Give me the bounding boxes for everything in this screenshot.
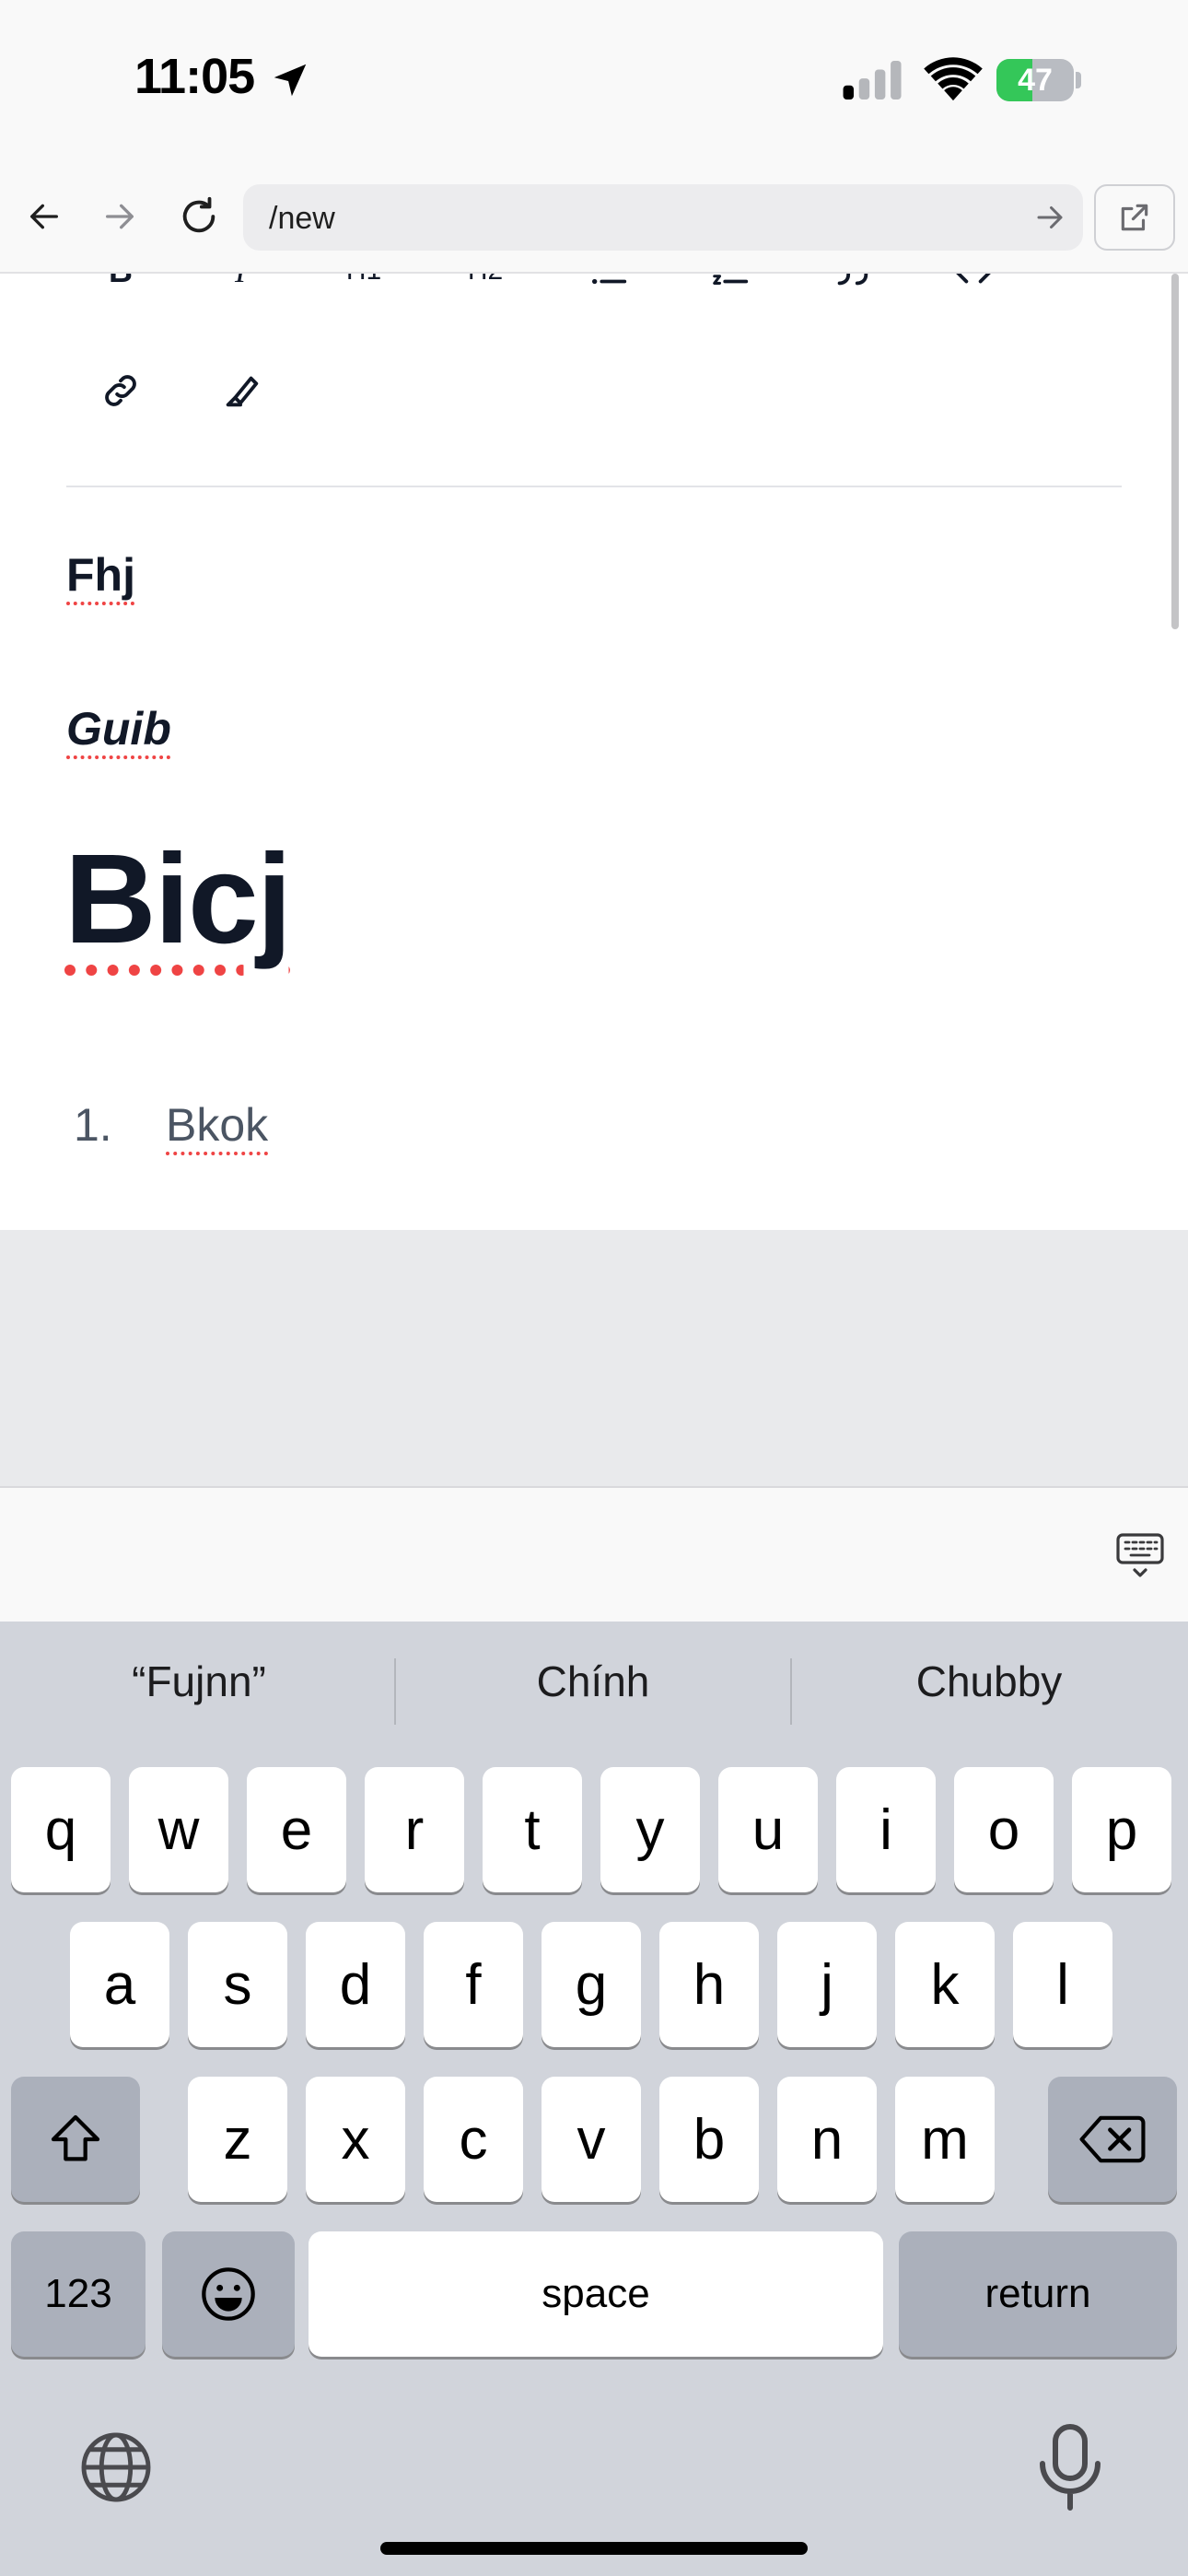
heading-3-block[interactable]: Fhj — [66, 548, 135, 602]
location-arrow-icon — [274, 64, 307, 97]
blockquote-button[interactable] — [820, 274, 884, 303]
microphone-icon[interactable] — [1033, 2423, 1107, 2512]
key-e[interactable]: e — [247, 1767, 346, 1892]
italic-button[interactable]: I — [208, 274, 273, 303]
open-external-button[interactable] — [1094, 184, 1175, 251]
key-p[interactable]: p — [1072, 1767, 1171, 1892]
status-bar: 11:05 47 — [0, 0, 1188, 161]
return-key[interactable]: return — [899, 2231, 1177, 2357]
key-i[interactable]: i — [836, 1767, 936, 1892]
key-r[interactable]: r — [365, 1767, 464, 1892]
key-k[interactable]: k — [895, 1922, 995, 2047]
key-n[interactable]: n — [777, 2077, 877, 2202]
editor-area[interactable]: B I H1 H2 Fhj Gui — [0, 274, 1188, 1230]
key-c[interactable]: c — [424, 2077, 523, 2202]
key-h[interactable]: h — [659, 1922, 759, 2047]
arrow-right-icon — [106, 204, 134, 229]
wifi-icon — [924, 57, 983, 101]
key-o[interactable]: o — [954, 1767, 1054, 1892]
key-b[interactable]: b — [659, 2077, 759, 2202]
code-icon — [956, 274, 991, 284]
ordered-list-button[interactable] — [698, 274, 763, 303]
code-button[interactable] — [941, 274, 1006, 303]
suggestion-1[interactable]: “Fujnn” — [2, 1657, 396, 1706]
link-button[interactable] — [88, 358, 153, 423]
key-u[interactable]: u — [718, 1767, 818, 1892]
on-screen-keyboard: “Fujnn” Chính Chubby qwertyuiop asdfghjkl… — [0, 1622, 1188, 2576]
key-q[interactable]: q — [11, 1767, 111, 1892]
key-g[interactable]: g — [542, 1922, 641, 2047]
reload-icon — [182, 196, 215, 233]
battery-percent: 47 — [1018, 63, 1053, 98]
forward-button[interactable] — [92, 189, 147, 244]
heading-3-italic-block[interactable]: Guib — [66, 702, 171, 755]
heading-1-block[interactable]: Bicj — [64, 826, 292, 973]
key-y[interactable]: y — [600, 1767, 700, 1892]
list-item[interactable]: Bkok — [166, 1098, 268, 1152]
quote-icon — [837, 274, 868, 286]
external-link-icon — [1121, 204, 1148, 231]
key-w[interactable]: w — [129, 1767, 228, 1892]
page-background — [0, 1230, 1188, 1486]
ordered-list-icon — [713, 275, 749, 285]
page-scrollbar[interactable] — [1171, 274, 1179, 629]
keyboard-dismiss-icon[interactable] — [1114, 1529, 1166, 1581]
emoji-key[interactable] — [162, 2231, 295, 2357]
space-key[interactable]: space — [309, 2231, 883, 2357]
browser-bar: /new — [0, 161, 1188, 274]
suggestion-3[interactable]: Chubby — [792, 1657, 1186, 1706]
highlight-button[interactable] — [210, 358, 274, 423]
url-bar[interactable]: /new — [243, 184, 1083, 251]
url-text[interactable]: /new — [269, 201, 335, 237]
suggestion-2[interactable]: Chính — [396, 1657, 790, 1706]
reload-button[interactable] — [171, 189, 227, 244]
bullet-list-icon — [591, 278, 627, 285]
key-m[interactable]: m — [895, 2077, 995, 2202]
shift-key[interactable] — [11, 2077, 140, 2202]
heading1-button[interactable]: H1 — [332, 274, 396, 303]
key-l[interactable]: l — [1013, 1922, 1112, 2047]
delete-key[interactable] — [1048, 2077, 1177, 2202]
key-f[interactable]: f — [424, 1922, 523, 2047]
arrow-left-icon — [30, 204, 58, 229]
key-z[interactable]: z — [188, 2077, 287, 2202]
cellular-signal-icon — [843, 61, 902, 100]
heading2-button[interactable]: H2 — [453, 274, 518, 303]
highlighter-icon — [226, 376, 259, 407]
key-t[interactable]: t — [483, 1767, 582, 1892]
key-s[interactable]: s — [188, 1922, 287, 2047]
key-v[interactable]: v — [542, 2077, 641, 2202]
back-button[interactable] — [17, 189, 72, 244]
key-j[interactable]: j — [777, 1922, 877, 2047]
globe-icon[interactable] — [77, 2429, 155, 2506]
link-icon — [105, 375, 136, 406]
backspace-icon — [1079, 2115, 1146, 2163]
toolbar-divider — [66, 486, 1122, 487]
keyboard-accessory-bar — [0, 1486, 1188, 1622]
go-arrow-icon[interactable] — [1033, 201, 1066, 234]
home-indicator[interactable] — [380, 2542, 808, 2555]
key-a[interactable]: a — [70, 1922, 169, 2047]
bold-button[interactable]: B — [88, 274, 153, 303]
status-time: 11:05 — [134, 49, 255, 104]
list-item-number: 1. — [74, 1099, 112, 1151]
key-x[interactable]: x — [306, 2077, 405, 2202]
bullet-list-button[interactable] — [577, 274, 641, 303]
emoji-icon — [202, 2267, 255, 2321]
shift-arrow-icon — [51, 2114, 100, 2161]
battery-indicator: 47 — [996, 59, 1081, 101]
numbers-key[interactable]: 123 — [11, 2231, 146, 2357]
key-d[interactable]: d — [306, 1922, 405, 2047]
